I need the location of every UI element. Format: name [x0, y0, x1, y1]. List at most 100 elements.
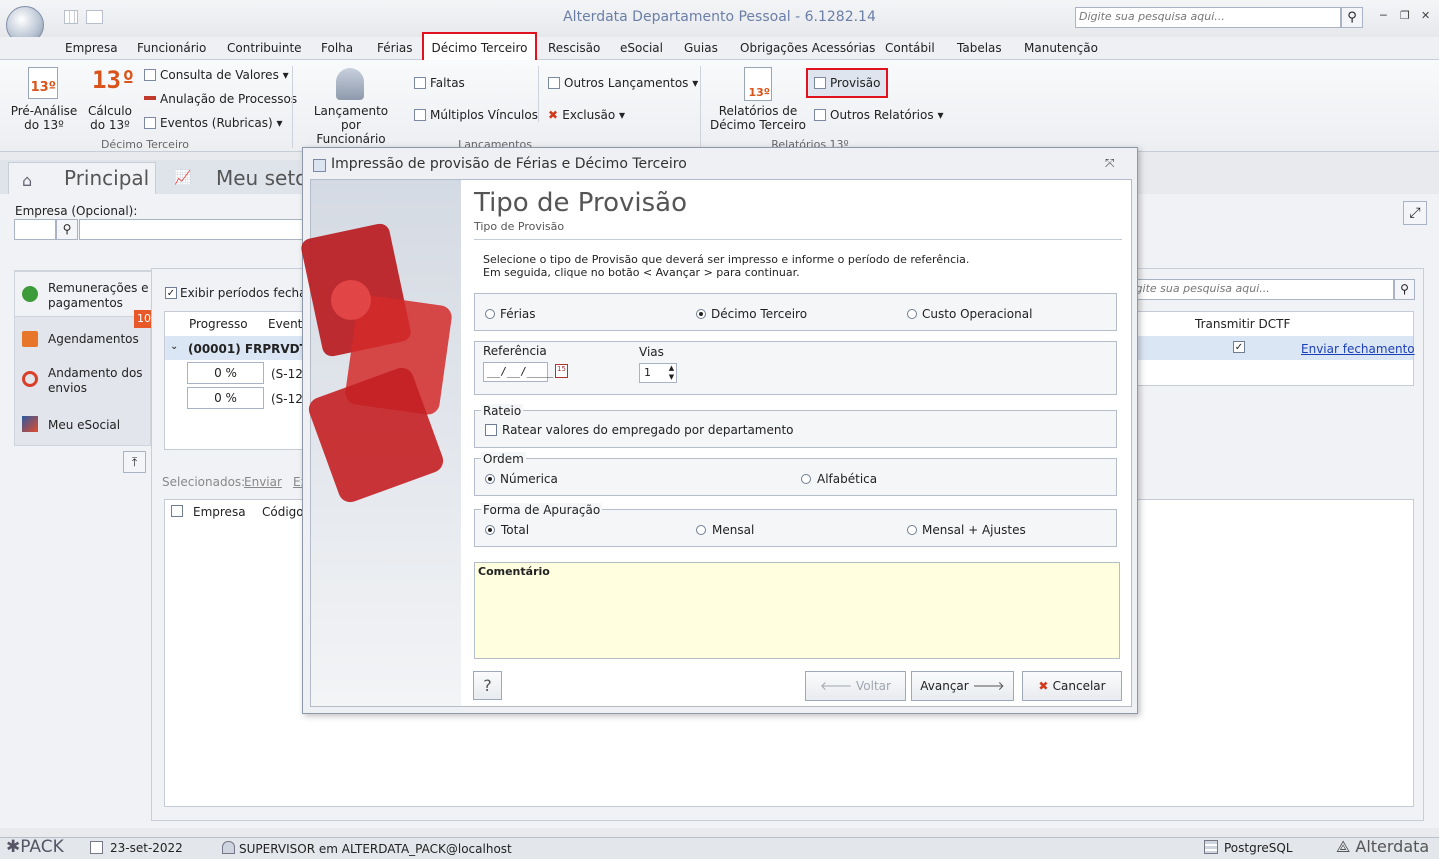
decimo-terceiro-label[interactable]: Décimo Terceiro [711, 307, 807, 321]
chevron-down-icon[interactable]: ⌄ [170, 341, 178, 352]
status-user: SUPERVISOR em ALTERDATA_PACK@localhost [239, 842, 512, 856]
puzzle-image [299, 180, 461, 706]
menu-decimo-terceiro[interactable]: Décimo Terceiro [422, 32, 537, 62]
menu-esocial[interactable]: eSocial [620, 41, 663, 55]
total-label[interactable]: Total [501, 523, 529, 537]
menu-tabelas[interactable]: Tabelas [957, 41, 1002, 55]
group-decimo-label: Décimo Terceiro [100, 138, 190, 151]
menu-rescisao[interactable]: Rescisão [548, 41, 600, 55]
calendar-picker-icon[interactable]: 15 [555, 364, 568, 378]
calendar-icon [22, 331, 38, 347]
alfabetica-radio[interactable] [801, 474, 811, 484]
puzzle-piece-knob [331, 280, 371, 320]
collapse-button[interactable]: ⤒ [123, 451, 146, 473]
dialog-close-icon[interactable]: ⤧ [1105, 156, 1115, 171]
custo-operacional-label[interactable]: Custo Operacional [922, 307, 1032, 321]
tab-meu-setor[interactable]: Meu setor [216, 166, 316, 190]
alterdata-logo: ⟁ Alterdata [1336, 837, 1429, 857]
decimo-terceiro-radio[interactable] [696, 309, 706, 319]
transmitir-checkbox[interactable]: ✓ [1233, 341, 1245, 353]
status-db: PostgreSQL [1224, 841, 1293, 855]
avancar-button[interactable]: Avançar 🡒 [911, 671, 1014, 701]
menu-contribuinte[interactable]: Contribuinte [227, 41, 302, 55]
pack-logo: ✱PACK [6, 837, 64, 857]
pre-analise-icon: 13º [28, 67, 58, 99]
faltas-button[interactable]: Faltas [414, 76, 465, 90]
mensal-radio[interactable] [696, 525, 706, 535]
menu-funcionario[interactable]: Funcionário [137, 41, 206, 55]
grid-header-progresso: Progresso [189, 317, 248, 331]
eventos-button[interactable]: Eventos (Rubricas) ▾ [144, 116, 282, 130]
esocial-chart-icon [22, 416, 38, 432]
comentario-label: Comentário [478, 565, 550, 578]
menu-ferias[interactable]: Férias [377, 41, 413, 55]
relatorios-decimo-button[interactable]: Relatórios de Décimo Terceiro [708, 104, 808, 132]
exclusao-button[interactable]: ✖ Exclusão ▾ [548, 108, 625, 122]
menu-folha[interactable]: Folha [321, 41, 353, 55]
alterdata-label: Alterdata [1355, 837, 1430, 856]
menu-empresa[interactable]: Empresa [65, 41, 118, 55]
ferias-radio[interactable] [485, 309, 495, 319]
referencia-input[interactable]: __/__/____ [483, 362, 553, 382]
search-icon[interactable]: ⚲ [1341, 7, 1363, 28]
cancelar-button[interactable]: ✖ Cancelar [1022, 671, 1122, 701]
empresa-input[interactable] [14, 219, 56, 240]
consulta-valores-button[interactable]: Consulta de Valores ▾ [144, 68, 289, 82]
enviar-fechamento-link[interactable]: Enviar fechamento [1301, 342, 1415, 356]
progress-cell: 0 % [187, 387, 264, 409]
calculo-button[interactable]: Cálculo do 13º [86, 104, 134, 132]
ratear-checkbox[interactable] [485, 424, 497, 436]
help-button[interactable]: ? [473, 671, 502, 700]
outros-lanc-label: Outros Lançamentos [564, 76, 689, 90]
comentario-textarea[interactable] [474, 562, 1120, 659]
multiplos-vinculos-button[interactable]: Múltiplos Vínculos [414, 108, 538, 122]
vias-stepper-icon[interactable]: ▲ ▼ [667, 364, 676, 382]
grid-header-empresa: Empresa [193, 505, 246, 519]
mensal-ajustes-radio[interactable] [907, 525, 917, 535]
alfabetica-label[interactable]: Alfabética [817, 472, 877, 486]
mensal-ajustes-label[interactable]: Mensal + Ajustes [922, 523, 1026, 537]
lancamento-funcionario-button[interactable]: Lançamento por Funcionário [306, 104, 396, 146]
numerica-radio[interactable] [485, 474, 495, 484]
ordem-label: Ordem [481, 452, 526, 466]
empresa-search-button[interactable]: ⚲ [56, 219, 78, 240]
menu-guias[interactable]: Guias [684, 41, 718, 55]
outros-relatorios-button[interactable]: Outros Relatórios ▾ [814, 108, 943, 122]
minimize-icon[interactable]: ─ [1380, 9, 1387, 22]
expand-icon[interactable]: ⤢ [1403, 201, 1427, 225]
outros-lancamentos-button[interactable]: Outros Lançamentos ▾ [548, 76, 698, 90]
eventos-icon [144, 117, 156, 129]
mensal-label[interactable]: Mensal [712, 523, 754, 537]
right-search-icon[interactable]: ⚲ [1394, 279, 1415, 300]
anulacao-button[interactable]: Anulação de Processos [144, 92, 297, 106]
faltas-icon [414, 77, 426, 89]
dialog-title: Impressão de provisão de Férias e Décimo… [331, 156, 687, 172]
provisao-button[interactable]: Provisão [806, 68, 888, 98]
total-radio[interactable] [485, 525, 495, 535]
exibir-checkbox[interactable]: ✓ [165, 287, 177, 299]
exclusao-label: Exclusão [562, 108, 616, 122]
sync-icon [22, 371, 38, 387]
outros-lanc-icon [548, 77, 560, 89]
global-search-input[interactable]: Digite sua pesquisa aqui... [1075, 7, 1341, 28]
close-icon[interactable]: ✕ [1421, 9, 1430, 22]
referencia-group [474, 341, 1117, 395]
menu-manutencao[interactable]: Manutenção [1024, 41, 1098, 55]
lancamento-icon [336, 68, 364, 100]
custo-operacional-radio[interactable] [907, 309, 917, 319]
empresa-name-field[interactable] [79, 219, 309, 240]
voltar-button[interactable]: 🡐 Voltar [805, 671, 906, 701]
vias-label: Vias [639, 345, 664, 359]
pre-analise-button[interactable]: Pré-Análise do 13º [10, 104, 78, 132]
menu-contabil[interactable]: Contábil [885, 41, 935, 55]
ratear-label[interactable]: Ratear valores do empregado por departam… [502, 423, 794, 437]
right-search-input[interactable]: Digite sua pesquisa aqui... [1120, 279, 1394, 300]
referencia-label: Referência [483, 344, 547, 358]
select-all-checkbox[interactable] [171, 505, 183, 517]
rateio-label: Rateio [481, 404, 524, 418]
ferias-label[interactable]: Férias [500, 307, 536, 321]
restore-icon[interactable]: ❐ [1400, 9, 1410, 22]
enviar-link[interactable]: Enviar [244, 475, 282, 489]
menu-obrigacoes[interactable]: Obrigações Acessórias [740, 41, 875, 55]
numerica-label[interactable]: Númerica [500, 472, 558, 486]
